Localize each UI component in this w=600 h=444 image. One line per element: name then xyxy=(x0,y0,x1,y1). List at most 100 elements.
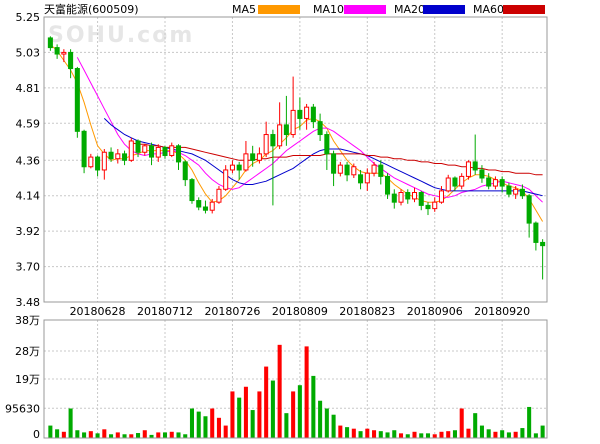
candle xyxy=(378,160,384,185)
volume-bar xyxy=(365,428,370,438)
candle xyxy=(472,134,478,175)
candle xyxy=(270,129,276,206)
volume-bar xyxy=(533,433,538,438)
candle xyxy=(391,189,397,209)
volume-bar xyxy=(223,425,228,438)
candle xyxy=(283,95,289,146)
date-tick-label: 20180726 xyxy=(204,305,260,318)
volume-bar xyxy=(331,414,336,438)
date-tick-label: 20180920 xyxy=(474,305,530,318)
watermark: SOHU.com xyxy=(48,23,194,48)
volume-bar xyxy=(527,406,532,438)
volume-bar xyxy=(122,434,127,438)
volume-bar xyxy=(75,430,80,438)
volume-bar xyxy=(351,428,356,438)
price-tick-label: 4.14 xyxy=(16,190,41,203)
volume-bar xyxy=(270,380,275,438)
date-tick-label: 20180628 xyxy=(70,305,126,318)
candle xyxy=(128,137,134,162)
candle xyxy=(310,103,316,129)
volume-bar xyxy=(243,386,248,438)
candle xyxy=(304,103,310,130)
volume-bar xyxy=(432,434,437,438)
volume-bar xyxy=(264,366,269,438)
price-tick-label: 3.48 xyxy=(16,296,41,309)
candle xyxy=(122,150,128,166)
volume-bar xyxy=(277,344,282,438)
volume-bar xyxy=(392,430,397,438)
volume-bar xyxy=(318,400,323,438)
moving-average-lines xyxy=(50,44,544,222)
date-tick-label: 20180809 xyxy=(272,305,328,318)
volume-bar xyxy=(115,432,120,438)
candle xyxy=(337,161,343,177)
candle xyxy=(88,153,94,169)
price-tick-label: 5.25 xyxy=(16,11,41,24)
volume-bar xyxy=(88,431,93,438)
candle xyxy=(405,189,411,204)
candle xyxy=(142,144,148,156)
volume-bar xyxy=(452,430,457,438)
candle xyxy=(243,140,249,172)
volume-bar xyxy=(338,425,343,438)
volume-bar xyxy=(412,431,417,438)
candle xyxy=(229,160,235,174)
volume-bar xyxy=(203,416,208,438)
volume-bar xyxy=(61,431,66,438)
candle xyxy=(324,131,330,170)
volume-bar xyxy=(439,431,444,438)
date-tick-label: 20180712 xyxy=(137,305,193,318)
candle xyxy=(115,149,121,164)
volume-bar xyxy=(196,411,201,438)
volume-tick-label: 95630 xyxy=(5,402,40,415)
price-y-axis: 5.25 5.03 4.81 4.59 4.36 4.14 3.92 3.70 3.48 xyxy=(16,11,41,309)
volume-bar xyxy=(169,431,174,438)
volume-bar xyxy=(513,431,518,438)
price-panel-frame xyxy=(43,16,548,303)
volume-bar xyxy=(210,408,215,438)
candle xyxy=(492,176,498,190)
volume-tick-label: 28万 xyxy=(15,345,40,358)
legend-label-ma60: MA60 xyxy=(473,3,504,16)
legend-swatch-ma10 xyxy=(344,5,386,14)
volume-bar xyxy=(291,391,296,438)
candle xyxy=(385,173,391,199)
candle xyxy=(411,187,418,203)
candle xyxy=(95,155,101,177)
candle xyxy=(169,142,175,158)
price-tick-label: 5.03 xyxy=(16,46,41,59)
volume-bar xyxy=(176,432,181,438)
volume-bar xyxy=(297,385,302,438)
candle xyxy=(74,66,80,138)
volume-bar xyxy=(109,434,114,438)
volume-bars xyxy=(48,344,545,438)
volume-tick-label: 0 xyxy=(33,428,40,440)
candle xyxy=(277,102,283,150)
candle xyxy=(162,145,168,159)
volume-bar xyxy=(500,430,505,438)
volume-bar xyxy=(68,408,73,438)
candle xyxy=(432,197,438,212)
candle xyxy=(155,144,161,162)
candle xyxy=(526,194,532,238)
candle xyxy=(175,144,182,170)
volume-bar xyxy=(284,413,289,438)
legend-label-ma20: MA20 xyxy=(394,3,425,16)
candle xyxy=(189,178,195,204)
volume-tick-label: 19万 xyxy=(15,373,40,386)
date-axis: 20180628 20180712 20180726 20180809 20180823… xyxy=(70,305,531,318)
volume-bar xyxy=(479,425,484,438)
candlesticks xyxy=(47,36,546,280)
candle xyxy=(364,168,370,191)
candle xyxy=(61,49,67,63)
candle xyxy=(445,174,451,193)
volume-bar xyxy=(385,432,390,438)
volume-bar xyxy=(324,408,329,438)
volume-bar xyxy=(311,375,316,438)
volume-bar xyxy=(183,434,188,438)
volume-bar xyxy=(142,430,147,438)
volume-bar xyxy=(520,428,525,438)
stock-chart: 天富能源(600509) SOHU.com MA5 MA10 MA20 MA60… xyxy=(5,2,548,441)
candle xyxy=(216,186,222,204)
date-tick-label: 20180823 xyxy=(339,305,395,318)
